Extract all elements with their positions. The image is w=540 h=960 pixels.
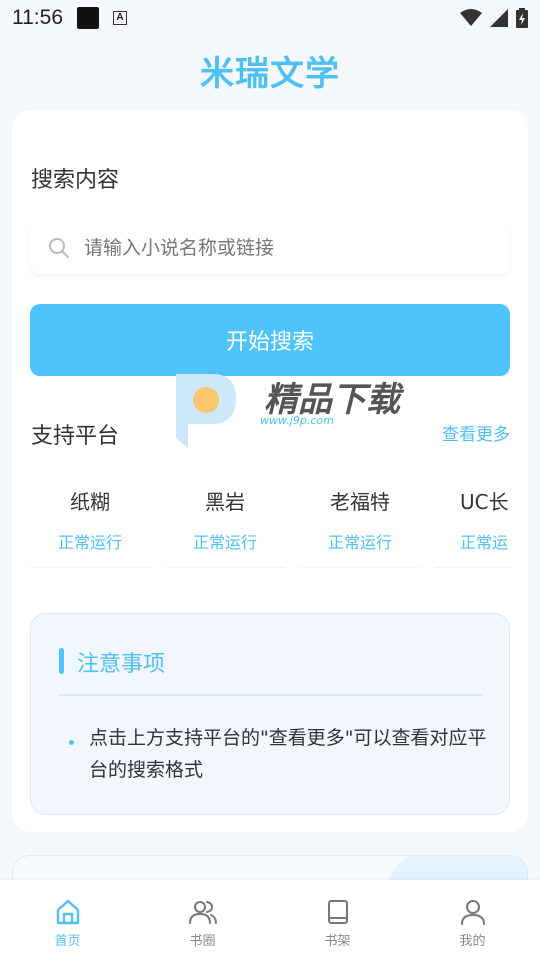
platform-item[interactable]: 纸糊 正常运行 xyxy=(30,472,150,568)
platform-name: 纸糊 xyxy=(70,490,110,514)
tab-label: 书架 xyxy=(324,934,351,949)
platform-item[interactable]: 老福特 正常运行 xyxy=(300,472,420,568)
platform-status: 正常运行 xyxy=(192,533,257,552)
notice-title: 注意事项 xyxy=(77,652,166,677)
battery-icon xyxy=(516,8,528,28)
bullet-icon xyxy=(69,740,74,745)
home-icon xyxy=(56,899,79,925)
notification-icon xyxy=(77,7,99,29)
start-search-button[interactable]: 开始搜索 xyxy=(30,304,510,376)
main-card: 搜索内容 开始搜索 精品下载 www.j9p.com 支持平台 查看更多 纸糊 … xyxy=(12,110,528,832)
platform-item[interactable]: UC长 正常运 xyxy=(435,472,510,568)
search-box[interactable] xyxy=(30,222,510,274)
app-title: 米瑞文学 xyxy=(200,54,340,94)
notice-item: 点击上方支持平台的"查看更多"可以查看对应平台的搜索格式 xyxy=(89,727,487,781)
platform-name: 老福特 xyxy=(330,490,390,514)
wifi-icon xyxy=(460,9,482,26)
signal-icon xyxy=(490,9,508,27)
platform-status: 正常运行 xyxy=(57,533,122,552)
tab-label: 书圈 xyxy=(189,934,216,949)
platform-title: 支持平台 xyxy=(31,424,120,449)
platform-strip[interactable]: 纸糊 正常运行 黑岩 正常运行 老福特 正常运行 UC长 正常运 xyxy=(30,472,510,572)
tab-community[interactable]: 书圈 xyxy=(135,880,270,960)
status-bar: 11:56 A xyxy=(0,0,540,36)
font-a-icon: A xyxy=(113,11,127,25)
platform-name: UC长 xyxy=(460,490,509,514)
search-label: 搜索内容 xyxy=(31,168,120,193)
search-input[interactable] xyxy=(84,237,484,259)
book-icon xyxy=(327,900,348,924)
notice-accent-bar xyxy=(59,648,64,674)
tab-profile[interactable]: 我的 xyxy=(405,880,540,960)
platform-item[interactable]: 黑岩 正常运行 xyxy=(165,472,285,568)
tab-bookshelf[interactable]: 书架 xyxy=(270,880,405,960)
platform-name: 黑岩 xyxy=(205,490,245,514)
tab-bar: 首页 书圈 书架 我的 xyxy=(0,880,540,960)
search-icon xyxy=(49,238,69,258)
tab-label: 首页 xyxy=(54,934,81,949)
tab-label: 我的 xyxy=(459,934,486,949)
watermark-url: www.j9p.com xyxy=(260,414,334,427)
view-more-link[interactable]: 查看更多 xyxy=(442,420,510,445)
notice-divider xyxy=(59,694,483,696)
users-icon xyxy=(188,901,217,924)
user-icon xyxy=(460,900,485,925)
platform-status: 正常运 xyxy=(460,533,509,552)
status-time: 11:56 xyxy=(12,6,63,29)
watermark-logo: 精品下载 www.j9p.com xyxy=(172,368,412,452)
platform-status: 正常运行 xyxy=(327,533,392,552)
tab-home[interactable]: 首页 xyxy=(0,880,135,960)
notice-card: 注意事项 点击上方支持平台的"查看更多"可以查看对应平台的搜索格式 xyxy=(30,613,510,815)
